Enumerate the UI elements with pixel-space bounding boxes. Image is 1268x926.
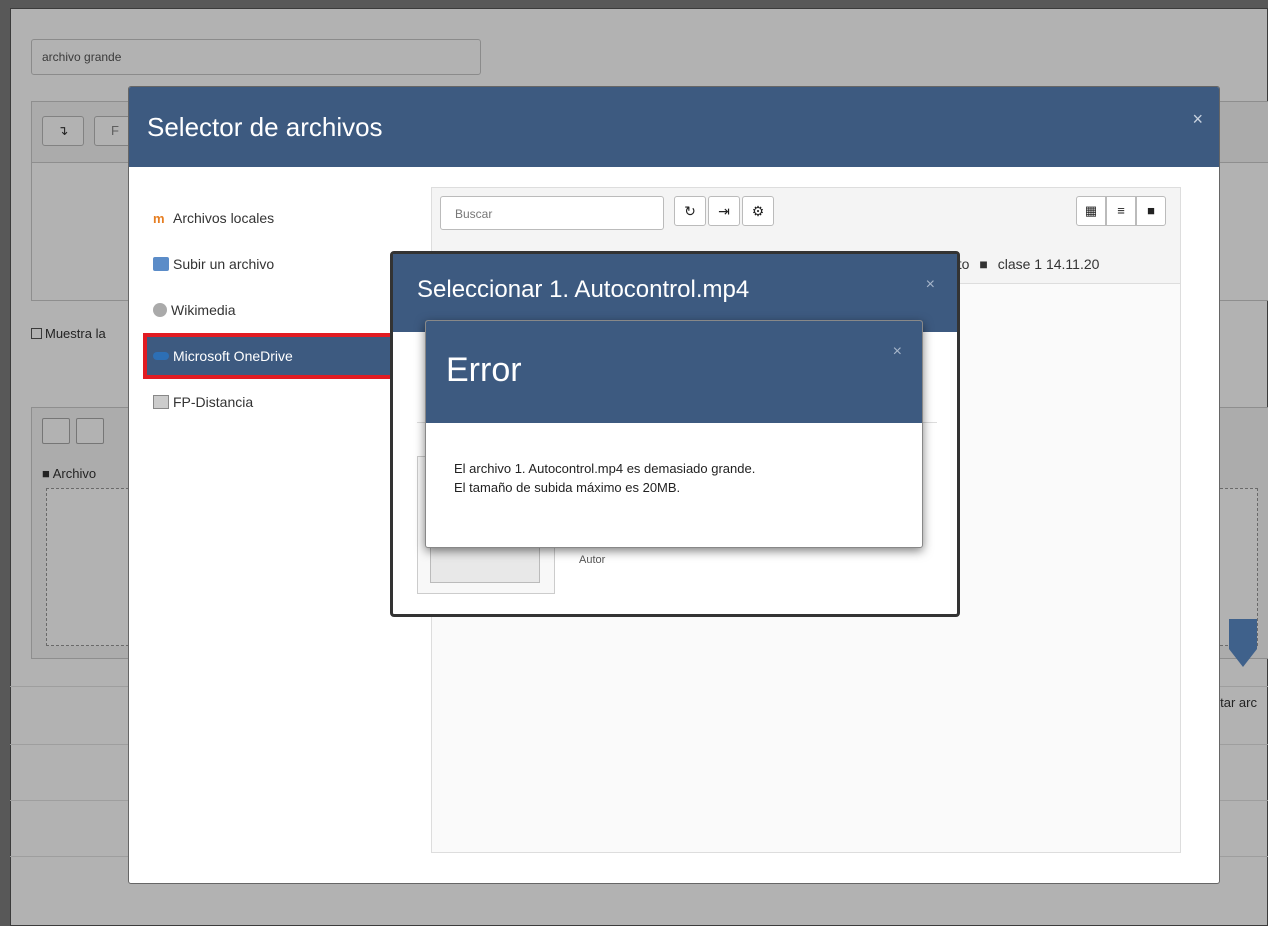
upload-icon — [153, 257, 169, 271]
repository-list: m Archivos locales Subir un archivo Wiki… — [143, 195, 395, 425]
author-label: Autor — [579, 554, 606, 566]
repo-archivos-locales[interactable]: m Archivos locales — [147, 195, 387, 241]
error-title: Error — [446, 351, 522, 389]
repo-label: Archivos locales — [173, 210, 275, 226]
grid-view-icon[interactable]: ▦ — [1076, 196, 1106, 226]
breadcrumb-folder[interactable]: clase 1 14.11.20 — [998, 256, 1100, 272]
tree-view-icon[interactable]: ■ — [1136, 196, 1166, 226]
close-icon[interactable]: × — [893, 343, 902, 361]
error-header: Error × — [426, 321, 922, 423]
repo-subir-archivo[interactable]: Subir un archivo — [147, 241, 387, 287]
repo-label: Wikimedia — [171, 302, 236, 318]
repo-label: FP-Distancia — [173, 394, 254, 410]
folder-icon — [153, 395, 169, 409]
onedrive-icon — [153, 352, 169, 360]
breadcrumb: nto ■ clase 1 14.11.20 — [950, 256, 1099, 272]
view-toggle-group: ▦ ≡ ■ — [1076, 196, 1166, 226]
picker-title: Selector de archivos — [147, 111, 383, 142]
refresh-icon[interactable]: ↻ — [674, 196, 706, 226]
select-title: Seleccionar 1. Autocontrol.mp4 — [417, 276, 750, 303]
close-icon[interactable]: × — [1192, 109, 1203, 130]
error-dialog: Error × El archivo 1. Autocontrol.mp4 es… — [425, 320, 923, 548]
search-input[interactable]: Buscar — [440, 196, 664, 230]
repo-label: Microsoft OneDrive — [173, 348, 293, 364]
folder-icon: ■ — [979, 256, 988, 272]
error-message: El archivo 1. Autocontrol.mp4 es demasia… — [426, 423, 922, 533]
list-view-icon[interactable]: ≡ — [1106, 196, 1136, 226]
repo-microsoft-onedrive[interactable]: Microsoft OneDrive — [143, 333, 395, 379]
logout-icon[interactable]: ⇥ — [708, 196, 740, 226]
repo-label: Subir un archivo — [173, 256, 275, 272]
close-icon[interactable]: × — [926, 276, 935, 294]
error-line-2: El tamaño de subida máximo es 20MB. — [454, 480, 681, 495]
repo-fp-distancia[interactable]: FP-Distancia — [147, 379, 387, 425]
settings-icon[interactable]: ⚙ — [742, 196, 774, 226]
wikimedia-icon — [153, 303, 167, 317]
repo-wikimedia[interactable]: Wikimedia — [147, 287, 387, 333]
picker-header: Selector de archivos × — [129, 87, 1219, 167]
moodle-icon: m — [153, 211, 165, 226]
error-line-1: El archivo 1. Autocontrol.mp4 es demasia… — [454, 461, 756, 476]
